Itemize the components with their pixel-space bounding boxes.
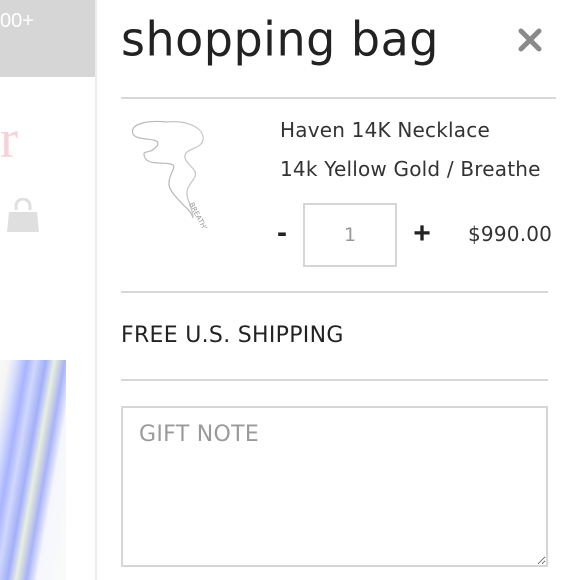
divider-top xyxy=(121,97,556,99)
product-variant: 14k Yellow Gold / Breathe xyxy=(280,157,541,181)
gift-note-field[interactable] xyxy=(121,406,548,567)
increment-quantity-button[interactable]: + xyxy=(411,219,433,249)
divider-bottom xyxy=(121,379,548,381)
shipping-notice: FREE U.S. SHIPPING xyxy=(121,323,344,348)
thumbnail-engraving: BREATHE xyxy=(187,201,209,228)
decrement-quantity-button[interactable]: - xyxy=(271,218,293,248)
drawer-title: shopping bag xyxy=(121,11,440,67)
shopping-bag-drawer: shopping bag BREATHE Haven 14K Necklace … xyxy=(97,0,580,580)
quantity-input[interactable] xyxy=(303,203,397,267)
item-price: $990.00 xyxy=(468,222,553,246)
product-name[interactable]: Haven 14K Necklace xyxy=(280,118,490,142)
page-overlay[interactable] xyxy=(0,0,97,580)
divider-middle xyxy=(121,291,548,293)
necklace-thumbnail[interactable]: BREATHE xyxy=(127,118,227,228)
close-icon[interactable] xyxy=(516,26,544,54)
background-page: 00+ r xyxy=(0,0,97,580)
